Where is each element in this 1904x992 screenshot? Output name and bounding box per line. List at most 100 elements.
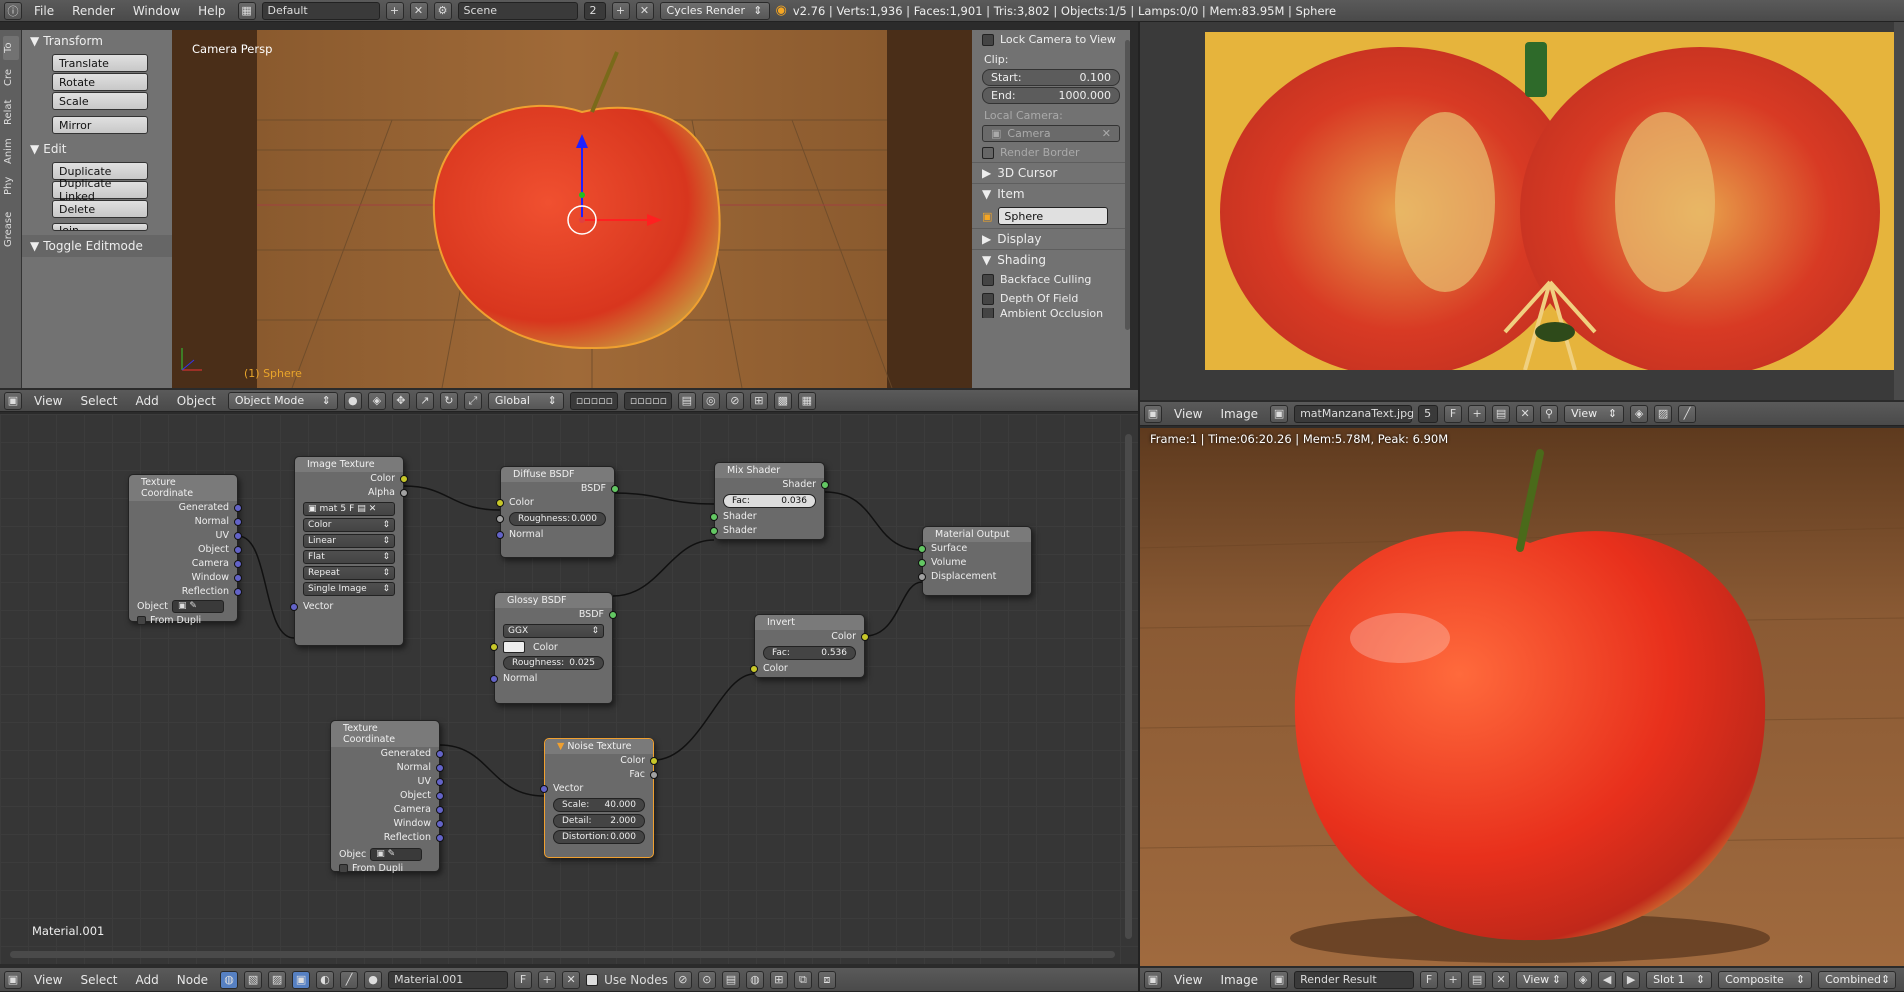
paste-nodes-icon[interactable]: ⧈	[817, 970, 836, 989]
remove-layout-icon[interactable]: ✕	[409, 1, 428, 20]
socket-dot[interactable]	[234, 560, 242, 568]
color-swatch[interactable]	[503, 641, 525, 653]
duplicate-linked-button[interactable]: Duplicate Linked	[52, 177, 148, 203]
node-snap-icon[interactable]: ▤	[721, 970, 740, 989]
object-picker[interactable]: ▣ ✎	[370, 847, 423, 861]
socket-dot[interactable]	[821, 481, 829, 489]
lock-camera-checkbox[interactable]	[982, 33, 994, 46]
lock-layer-icon[interactable]: ▤	[677, 391, 696, 410]
lock-camera-row[interactable]: Lock Camera to View	[972, 30, 1130, 49]
socket-dot[interactable]	[234, 518, 242, 526]
menu-render[interactable]: Render	[66, 4, 121, 18]
add-material-icon[interactable]: +	[538, 970, 557, 989]
snap-icon[interactable]: ⊘	[725, 391, 744, 410]
editor-type-icon[interactable]: ▣	[1144, 404, 1162, 423]
socket-dot[interactable]	[436, 820, 444, 828]
translate-button[interactable]: Translate	[52, 54, 148, 72]
fac-slider[interactable]: Fac: 0.036	[723, 494, 816, 508]
shader-nodes-icon[interactable]: ◍	[220, 970, 239, 989]
snap-node-icon[interactable]: ⊙	[697, 970, 716, 989]
texture-image-view[interactable]	[1140, 22, 1904, 400]
node-glossy-bsdf[interactable]: Glossy BSDF BSDF GGX ⇕ Color Roughness: 0.…	[490, 592, 617, 704]
tab-grease[interactable]: Grease	[3, 204, 19, 254]
node-diffuse-bsdf[interactable]: Diffuse BSDF BSDF Color Roughness: 0.000 …	[496, 466, 619, 558]
mode-select[interactable]: Object Mode ⇕	[227, 391, 338, 410]
socket-dot[interactable]	[918, 573, 926, 581]
from-dupli-row[interactable]: From Dupli	[129, 613, 237, 627]
socket-dot[interactable]	[234, 574, 242, 582]
texture-scroll-v[interactable]	[1894, 22, 1904, 400]
pin-icon[interactable]: ⚲	[1540, 404, 1559, 423]
join-button[interactable]: Join	[52, 223, 148, 231]
socket-dot[interactable]	[436, 834, 444, 842]
add-image-icon[interactable]: +	[1468, 404, 1487, 423]
socket-dot[interactable]	[611, 485, 619, 493]
texture-nodes-icon[interactable]: ▨	[268, 970, 287, 989]
node-noise-texture[interactable]: ▼ Noise Texture Color Fac Vector Scale: 4…	[540, 738, 658, 858]
pivot-icon[interactable]: ◈	[1574, 970, 1593, 989]
clip-start-field[interactable]: Start: 0.100	[982, 69, 1120, 86]
menu-image[interactable]: Image	[1214, 407, 1264, 421]
extension-select[interactable]: Repeat ⇕	[303, 566, 395, 580]
fake-user-button[interactable]: F	[514, 970, 533, 989]
scale-button[interactable]: Scale	[52, 92, 148, 110]
view-mode-select[interactable]: View ⇕	[1516, 970, 1569, 989]
socket-dot[interactable]	[861, 633, 869, 641]
backdrop-icon[interactable]: ⊘	[673, 970, 692, 989]
socket-dot[interactable]	[234, 504, 242, 512]
local-camera-field[interactable]: ▣ Camera ✕	[982, 125, 1120, 142]
unlink-image-icon[interactable]: ✕	[1492, 970, 1511, 989]
node-editor-scrollbar-h[interactable]	[10, 951, 1115, 958]
dof-checkbox[interactable]	[982, 292, 994, 305]
scene-field[interactable]: Scene	[457, 1, 578, 20]
socket-dot[interactable]	[436, 778, 444, 786]
socket-dot[interactable]	[436, 764, 444, 772]
ao-row[interactable]: Ambient Occlusion	[972, 308, 1130, 318]
menu-help[interactable]: Help	[192, 4, 231, 18]
detail-slider[interactable]: Detail: 2.000	[553, 814, 645, 828]
clear-icon[interactable]: ✕	[1102, 127, 1111, 140]
scale-slider[interactable]: Scale: 40.000	[553, 798, 645, 812]
socket-dot[interactable]	[234, 546, 242, 554]
node-mix-shader[interactable]: Mix Shader Shader Fac: 0.036 Shader Shade…	[710, 462, 829, 540]
render-icon[interactable]: ▩	[773, 391, 792, 410]
backface-row[interactable]: Backface Culling	[972, 270, 1130, 289]
editor-type-icon[interactable]: ▣	[4, 391, 22, 410]
interpolation-select[interactable]: Linear ⇕	[303, 534, 395, 548]
mirror-button[interactable]: Mirror	[52, 116, 148, 134]
node-invert[interactable]: Invert Color Fac: 0.536 Color	[750, 614, 869, 678]
layout-field[interactable]: Default	[261, 1, 380, 20]
socket-dot[interactable]	[234, 588, 242, 596]
image-browse-icon[interactable]: ▣	[1270, 404, 1289, 423]
menu-file[interactable]: File	[28, 4, 60, 18]
pivot-icon[interactable]: ◈	[1630, 404, 1649, 423]
fake-user-button[interactable]: F	[1444, 404, 1463, 423]
section-display[interactable]: ▶ Display	[972, 228, 1130, 249]
section-3d-cursor[interactable]: ▶ 3D Cursor	[972, 162, 1130, 183]
socket-dot[interactable]	[750, 665, 758, 673]
slot-select[interactable]: Slot 1 ⇕	[1646, 970, 1713, 989]
node-lock-icon[interactable]: ◍	[745, 970, 764, 989]
next-slot-icon[interactable]: ▶	[1622, 970, 1641, 989]
view-mode-select[interactable]: View ⇕	[1564, 404, 1625, 423]
socket-dot[interactable]	[400, 489, 408, 497]
alpha-icon[interactable]: ╱	[1678, 404, 1697, 423]
socket-dot[interactable]	[650, 771, 658, 779]
scene-icon[interactable]: ⚙	[433, 1, 452, 20]
tab-relations[interactable]: Relat	[3, 94, 19, 130]
color-space-select[interactable]: Color ⇕	[303, 518, 395, 532]
menu-view[interactable]: View	[1168, 973, 1208, 987]
panel-scrollbar[interactable]	[1125, 40, 1130, 330]
menu-view[interactable]: View	[28, 394, 68, 408]
render-image-field[interactable]: Render Result	[1294, 970, 1415, 989]
unlink-image-icon[interactable]: ✕	[1516, 404, 1535, 423]
socket-dot[interactable]	[496, 515, 504, 523]
layers-grid-2[interactable]: ▫▫▫▫▫	[623, 391, 672, 410]
image-browse-icon[interactable]: ▣	[1270, 970, 1289, 989]
socket-dot[interactable]	[436, 806, 444, 814]
node-grid-icon[interactable]: ⊞	[769, 970, 788, 989]
node-material-output[interactable]: Material Output Surface Volume Displacem…	[918, 526, 1032, 596]
add-layout-icon[interactable]: +	[385, 1, 404, 20]
from-dupli-row[interactable]: From Dupli	[331, 861, 439, 875]
socket-dot[interactable]	[436, 750, 444, 758]
